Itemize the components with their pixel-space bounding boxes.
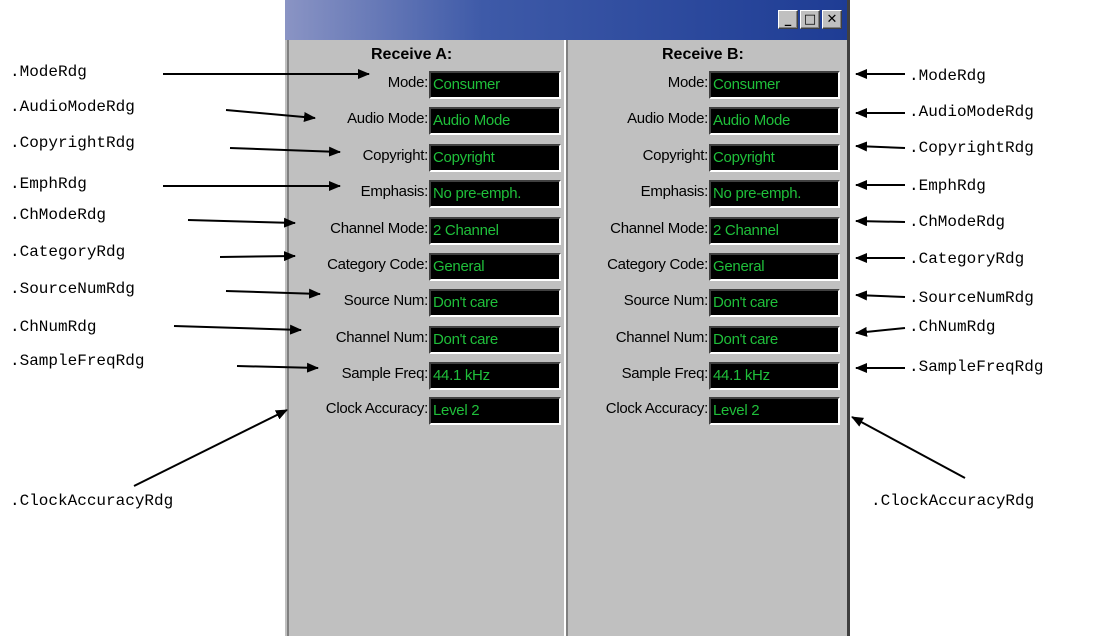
arrow-icon bbox=[851, 416, 966, 479]
arrow-icon bbox=[173, 324, 302, 335]
arrow-icon bbox=[229, 146, 341, 157]
arrow-icon bbox=[133, 409, 288, 487]
arrow-icon bbox=[855, 216, 906, 227]
annotation-arrows bbox=[133, 69, 966, 487]
arrow-icon bbox=[855, 290, 906, 301]
arrow-icon bbox=[236, 362, 319, 373]
arrow-icon bbox=[225, 288, 321, 299]
arrow-icon bbox=[187, 217, 296, 228]
arrow-icon bbox=[225, 109, 316, 122]
arrow-icon bbox=[855, 326, 906, 337]
arrow-icon bbox=[855, 141, 906, 152]
arrow-icon bbox=[219, 251, 296, 262]
